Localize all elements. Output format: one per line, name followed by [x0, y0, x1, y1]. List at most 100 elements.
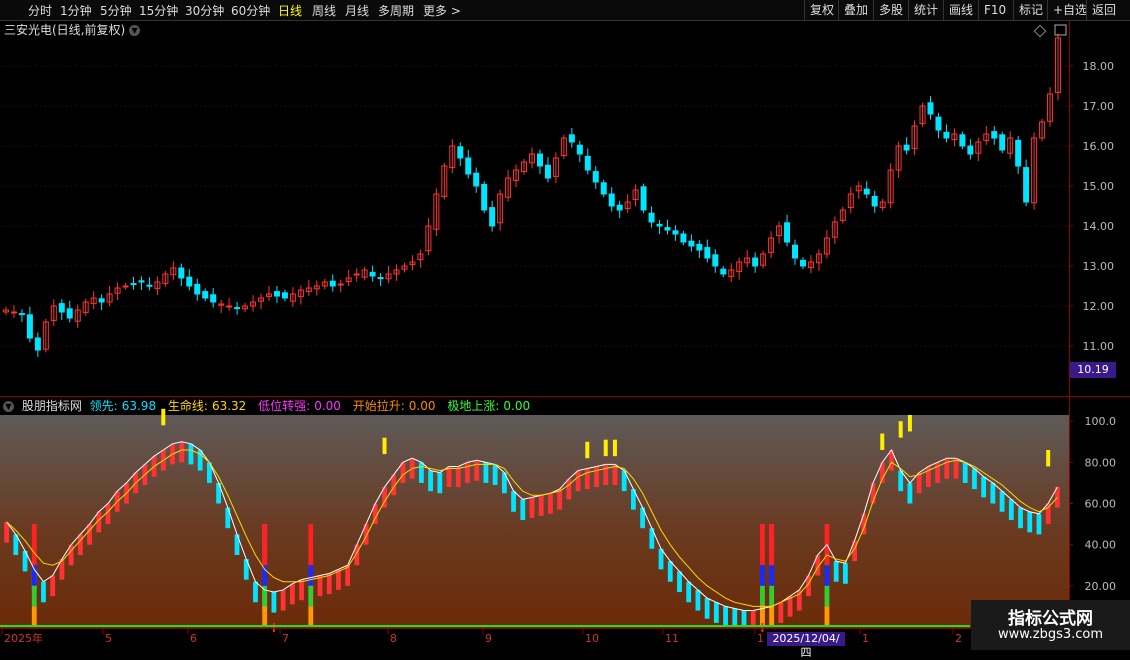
- indicator-bar: [437, 472, 443, 494]
- indicator-bar: [972, 468, 977, 490]
- tab-more[interactable]: 更多 >: [423, 2, 461, 19]
- signal-stack: [31, 606, 37, 627]
- signal-stack: [760, 524, 765, 566]
- indicator-bar: [280, 589, 286, 611]
- candlestick-series: [2, 33, 1062, 357]
- window-toggle-icon: [1054, 24, 1067, 36]
- indicator-bar: [898, 470, 904, 492]
- indicator-bar: [842, 563, 848, 584]
- chart-canvas[interactable]: 18.00 17.00 16.00 15.00 14.00 13.00 12.00 11.00…: [0, 0, 1130, 650]
- stats-button[interactable]: 统计: [908, 0, 943, 20]
- indicator-bar: [529, 497, 535, 518]
- indicator-bar: [253, 581, 258, 603]
- cursor-date-tag: 2025/12/04/四: [767, 632, 845, 659]
- low-turn-label: 低位转强:: [258, 399, 311, 413]
- mark-button[interactable]: 标记: [1013, 0, 1048, 20]
- tab-15min[interactable]: 15分钟: [139, 2, 178, 19]
- signal-stack: [262, 524, 268, 566]
- tab-60min[interactable]: 60分钟: [231, 2, 270, 19]
- signal-stack: [308, 524, 314, 566]
- signal-stack: [31, 524, 37, 566]
- indicator-bar: [723, 606, 728, 627]
- indicator-bar: [1045, 503, 1051, 525]
- candle-body: [584, 155, 591, 171]
- signal-stack: [769, 606, 775, 627]
- indicator-bar: [953, 458, 959, 479]
- indicator-bar: [916, 472, 922, 494]
- signal-stack: [31, 585, 37, 607]
- candle-body: [210, 294, 217, 303]
- indicator-bar: [289, 583, 295, 605]
- tab-weekly[interactable]: 周线: [312, 2, 336, 19]
- indicator-axis-label: 100.0: [1085, 415, 1117, 428]
- candle-body: [640, 186, 647, 211]
- draw-line-button[interactable]: 画线: [943, 0, 978, 20]
- indicator-bar: [87, 524, 92, 545]
- signal-stack: [824, 585, 830, 607]
- tab-daily[interactable]: 日线: [278, 2, 302, 19]
- lead-label: 领先:: [89, 399, 118, 413]
- candle-body: [871, 195, 878, 207]
- candle-body: [799, 259, 806, 267]
- multi-stock-button[interactable]: 多股: [873, 0, 908, 20]
- candle-body: [608, 193, 615, 207]
- chevron-down-icon[interactable]: ▼: [3, 401, 14, 412]
- indicator-bar: [474, 460, 480, 481]
- price-axis-label: 11.00: [1083, 340, 1115, 353]
- signal-stack: [262, 606, 268, 627]
- candle-body: [138, 280, 145, 283]
- tab-monthly[interactable]: 月线: [345, 2, 369, 19]
- time-axis-label: 6: [190, 632, 197, 645]
- signal-stack: [308, 606, 314, 627]
- tab-5min[interactable]: 5分钟: [100, 2, 132, 19]
- candle-body: [967, 145, 974, 155]
- candle-body: [26, 314, 33, 339]
- signal-tick: [898, 421, 903, 438]
- candle-body: [377, 277, 384, 280]
- indicator-bar: [520, 499, 526, 520]
- indicator-bar: [981, 476, 987, 498]
- back-button[interactable]: 返回: [1086, 0, 1121, 20]
- indicator-bar: [833, 561, 839, 582]
- life-value: 63.32: [211, 399, 247, 413]
- start-rise-value: 0.00: [408, 399, 436, 413]
- time-axis-label: 2: [955, 632, 962, 645]
- tab-multi-period[interactable]: 多周期: [378, 2, 414, 19]
- candle-body: [1015, 139, 1022, 167]
- price-axis-label: 16.00: [1083, 140, 1115, 153]
- candle-body: [656, 223, 663, 227]
- indicator-bar: [741, 610, 747, 627]
- indicator-bar: [962, 462, 968, 483]
- indicator-bar: [299, 579, 304, 601]
- candle-body: [34, 337, 41, 351]
- time-axis-label: 11: [665, 632, 679, 645]
- tab-1min[interactable]: 1分钟: [60, 2, 92, 19]
- chevron-down-icon[interactable]: ▼: [129, 25, 141, 36]
- tab-fenshi[interactable]: 分时: [28, 2, 52, 19]
- indicator-header: ▼ 股朋指标网 领先: 63.98 生命线: 63.32 低位转强: 0.00 开始拉…: [0, 397, 538, 415]
- signal-tick: [382, 437, 387, 455]
- time-axis-label: 2025年: [4, 631, 43, 645]
- lead-value: 63.98: [121, 399, 157, 413]
- indicator-bar: [944, 458, 950, 479]
- tab-30min[interactable]: 30分钟: [185, 2, 224, 19]
- indicator-bar: [548, 493, 553, 514]
- indicator-axis-label: 80.00: [1085, 456, 1117, 469]
- candle-body: [720, 268, 727, 275]
- indicator-bar: [907, 482, 913, 504]
- candle-body: [616, 204, 623, 211]
- indicator-bar: [465, 462, 470, 483]
- f10-button[interactable]: F10: [978, 0, 1011, 20]
- restore-rights-button[interactable]: 复权: [804, 0, 839, 20]
- signal-tick: [585, 441, 590, 459]
- candle-body: [473, 172, 480, 187]
- candle-body: [234, 307, 241, 310]
- candle-body: [792, 244, 799, 259]
- indicator-bar: [658, 548, 664, 570]
- period-toolbar: 分时 1分钟 5分钟 15分钟 30分钟 60分钟 日线 周线 月线 多周期 更…: [0, 0, 1130, 21]
- overlay-button[interactable]: 叠加: [838, 0, 873, 20]
- indicator-bar: [713, 602, 719, 623]
- indicator-bar: [1018, 507, 1023, 529]
- indicator-bar: [686, 581, 692, 603]
- candle-body: [704, 247, 711, 259]
